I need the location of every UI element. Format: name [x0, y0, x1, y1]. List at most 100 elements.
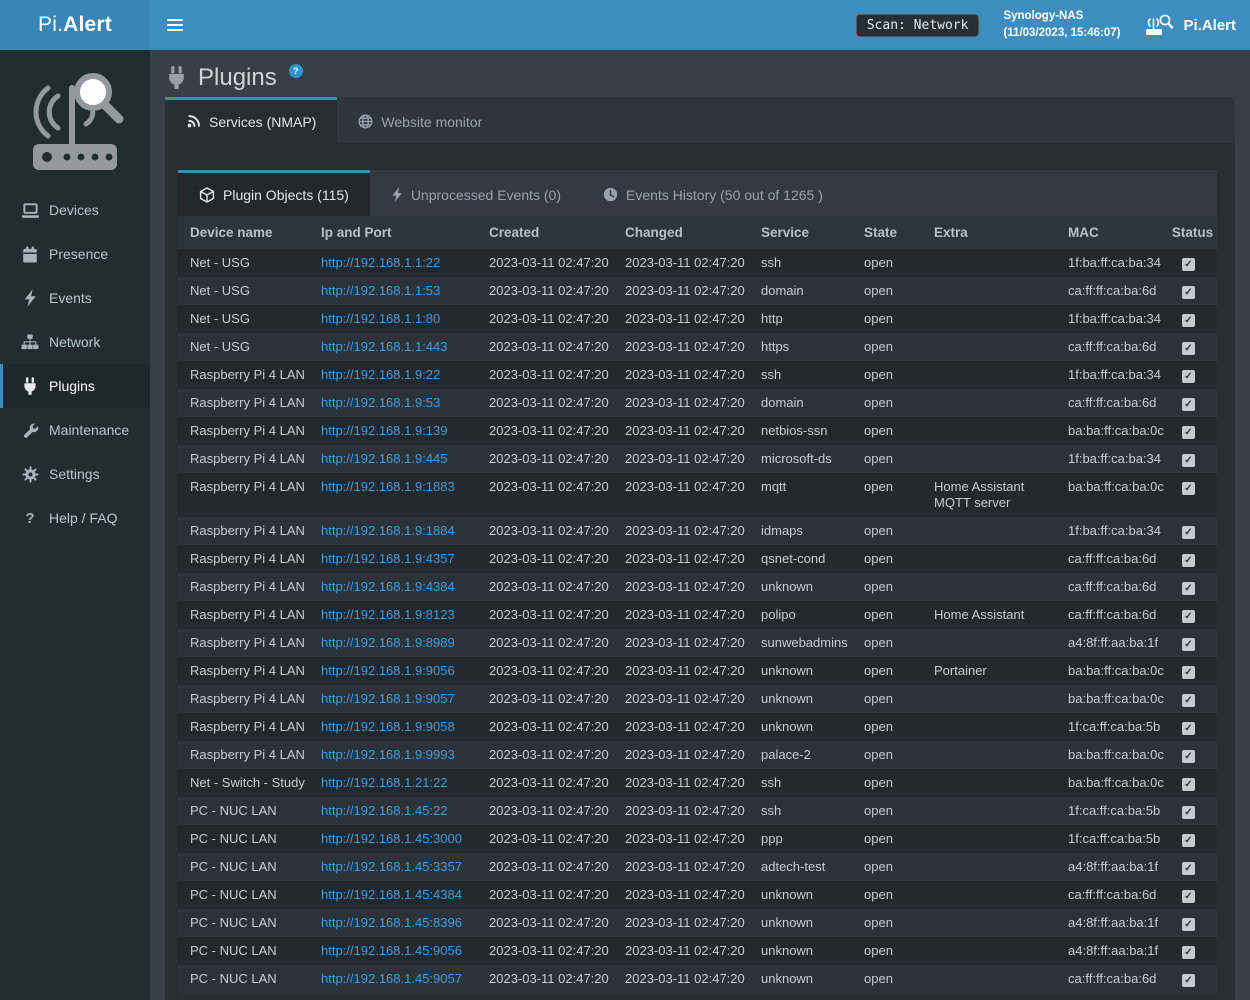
- page-title: Plugins: [198, 59, 277, 97]
- ip-port-link[interactable]: http://192.168.1.9:1883: [321, 479, 455, 494]
- ip-port-link[interactable]: http://192.168.1.45:9056: [321, 943, 462, 958]
- table-row[interactable]: Net - USGhttp://192.168.1.1:4432023-03-1…: [178, 333, 1217, 361]
- table-row[interactable]: Net - USGhttp://192.168.1.1:802023-03-11…: [178, 305, 1217, 333]
- menu-toggle-button[interactable]: [150, 0, 200, 50]
- status-checkbox[interactable]: ✓: [1182, 694, 1195, 707]
- sidebar-item-presence[interactable]: Presence: [0, 232, 150, 276]
- ip-port-link[interactable]: http://192.168.1.45:8396: [321, 915, 462, 930]
- status-checkbox[interactable]: ✓: [1182, 426, 1195, 439]
- status-checkbox[interactable]: ✓: [1182, 890, 1195, 903]
- ip-port-link[interactable]: http://192.168.1.1:53: [321, 283, 440, 298]
- ip-port-link[interactable]: http://192.168.1.9:445: [321, 451, 448, 466]
- ip-port-link[interactable]: http://192.168.1.9:8989: [321, 635, 455, 650]
- table-row[interactable]: Raspberry Pi 4 LANhttp://192.168.1.9:999…: [178, 741, 1217, 769]
- table-row[interactable]: Raspberry Pi 4 LANhttp://192.168.1.9:188…: [178, 473, 1217, 517]
- ip-port-link[interactable]: http://192.168.1.9:4357: [321, 551, 455, 566]
- ip-port-link[interactable]: http://192.168.1.9:9993: [321, 747, 455, 762]
- table-row[interactable]: PC - NUC LANhttp://192.168.1.45:33572023…: [178, 853, 1217, 881]
- status-checkbox[interactable]: ✓: [1182, 862, 1195, 875]
- cell-extra: [934, 389, 1068, 417]
- table-row[interactable]: Raspberry Pi 4 LANhttp://192.168.1.9:532…: [178, 389, 1217, 417]
- sidebar-item-plugins[interactable]: Plugins: [0, 364, 150, 408]
- status-checkbox[interactable]: ✓: [1182, 666, 1195, 679]
- ip-port-link[interactable]: http://192.168.1.45:4384: [321, 887, 462, 902]
- sidebar-item-events[interactable]: Events: [0, 276, 150, 320]
- status-checkbox[interactable]: ✓: [1182, 750, 1195, 763]
- ip-port-link[interactable]: http://192.168.1.9:22: [321, 367, 440, 382]
- status-checkbox[interactable]: ✓: [1182, 454, 1195, 467]
- ip-port-link[interactable]: http://192.168.1.1:80: [321, 311, 440, 326]
- table-row[interactable]: PC - NUC LANhttp://192.168.1.45:222023-0…: [178, 797, 1217, 825]
- ip-port-link[interactable]: http://192.168.1.45:9057: [321, 971, 462, 986]
- ip-port-link[interactable]: http://192.168.1.9:9057: [321, 691, 455, 706]
- ip-port-link[interactable]: http://192.168.1.9:9058: [321, 719, 455, 734]
- status-checkbox[interactable]: ✓: [1182, 722, 1195, 735]
- sidebar-item-network[interactable]: Network: [0, 320, 150, 364]
- table-row[interactable]: PC - NUC LANhttp://192.168.1.45:90572023…: [178, 965, 1217, 993]
- ip-port-link[interactable]: http://192.168.1.1:443: [321, 339, 448, 354]
- status-checkbox[interactable]: ✓: [1182, 342, 1195, 355]
- status-checkbox[interactable]: ✓: [1182, 610, 1195, 623]
- status-checkbox[interactable]: ✓: [1182, 778, 1195, 791]
- cell-ip-port: http://192.168.1.9:4357: [321, 545, 489, 573]
- navbar-brand-right[interactable]: Pi.Alert: [1144, 13, 1236, 37]
- ip-port-link[interactable]: http://192.168.1.45:22: [321, 803, 448, 818]
- status-checkbox[interactable]: ✓: [1182, 806, 1195, 819]
- status-checkbox[interactable]: ✓: [1182, 314, 1195, 327]
- ip-port-link[interactable]: http://192.168.1.9:9056: [321, 663, 455, 678]
- ip-port-link[interactable]: http://192.168.1.45:3357: [321, 859, 462, 874]
- table-row[interactable]: PC - NUC LANhttp://192.168.1.45:83962023…: [178, 909, 1217, 937]
- status-checkbox[interactable]: ✓: [1182, 258, 1195, 271]
- table-row[interactable]: Net - Switch - Studyhttp://192.168.1.21:…: [178, 769, 1217, 797]
- table-row[interactable]: Raspberry Pi 4 LANhttp://192.168.1.9:445…: [178, 445, 1217, 473]
- table-row[interactable]: Raspberry Pi 4 LANhttp://192.168.1.9:905…: [178, 713, 1217, 741]
- ip-port-link[interactable]: http://192.168.1.9:4384: [321, 579, 455, 594]
- table-row[interactable]: PC - NUC LANhttp://192.168.1.45:30002023…: [178, 825, 1217, 853]
- app-logo[interactable]: Pi.Alert: [0, 0, 150, 50]
- status-checkbox[interactable]: ✓: [1182, 918, 1195, 931]
- ip-port-link[interactable]: http://192.168.1.9:1884: [321, 523, 455, 538]
- tab-services-nmap[interactable]: Services (NMAP): [165, 97, 337, 143]
- status-checkbox[interactable]: ✓: [1182, 554, 1195, 567]
- sidebar-item-settings[interactable]: Settings: [0, 452, 150, 496]
- table-row[interactable]: Raspberry Pi 4 LANhttp://192.168.1.9:898…: [178, 629, 1217, 657]
- status-checkbox[interactable]: ✓: [1182, 398, 1195, 411]
- table-row[interactable]: Raspberry Pi 4 LANhttp://192.168.1.9:435…: [178, 545, 1217, 573]
- status-checkbox[interactable]: ✓: [1182, 582, 1195, 595]
- status-checkbox[interactable]: ✓: [1182, 946, 1195, 959]
- table-row[interactable]: PC - NUC LANhttp://192.168.1.45:90562023…: [178, 937, 1217, 965]
- ip-port-link[interactable]: http://192.168.1.9:53: [321, 395, 440, 410]
- tab-website-monitor[interactable]: Website monitor: [337, 97, 503, 143]
- cell-service: ssh: [761, 797, 864, 825]
- table-row[interactable]: Raspberry Pi 4 LANhttp://192.168.1.9:905…: [178, 685, 1217, 713]
- cell-service: unknown: [761, 713, 864, 741]
- sidebar-item-help[interactable]: ? Help / FAQ: [0, 496, 150, 540]
- table-row[interactable]: Raspberry Pi 4 LANhttp://192.168.1.9:905…: [178, 657, 1217, 685]
- table-row[interactable]: Net - USGhttp://192.168.1.1:532023-03-11…: [178, 277, 1217, 305]
- ip-port-link[interactable]: http://192.168.1.1:22: [321, 255, 440, 270]
- status-checkbox[interactable]: ✓: [1182, 974, 1195, 987]
- tab-events-history[interactable]: Events History (50 out of 1265 ): [582, 170, 844, 216]
- status-checkbox[interactable]: ✓: [1182, 482, 1195, 495]
- table-row[interactable]: PC - NUC LANhttp://192.168.1.45:43842023…: [178, 881, 1217, 909]
- table-row[interactable]: Raspberry Pi 4 LANhttp://192.168.1.9:812…: [178, 601, 1217, 629]
- status-checkbox[interactable]: ✓: [1182, 286, 1195, 299]
- status-checkbox[interactable]: ✓: [1182, 370, 1195, 383]
- sidebar-item-maintenance[interactable]: Maintenance: [0, 408, 150, 452]
- status-checkbox[interactable]: ✓: [1182, 526, 1195, 539]
- sidebar-item-devices[interactable]: Devices: [0, 188, 150, 232]
- status-checkbox[interactable]: ✓: [1182, 638, 1195, 651]
- tab-unprocessed-events[interactable]: Unprocessed Events (0): [370, 170, 582, 216]
- status-checkbox[interactable]: ✓: [1182, 834, 1195, 847]
- table-row[interactable]: Raspberry Pi 4 LANhttp://192.168.1.9:222…: [178, 361, 1217, 389]
- ip-port-link[interactable]: http://192.168.1.9:8123: [321, 607, 455, 622]
- table-row[interactable]: Raspberry Pi 4 LANhttp://192.168.1.9:139…: [178, 417, 1217, 445]
- help-badge[interactable]: ?: [289, 64, 303, 78]
- ip-port-link[interactable]: http://192.168.1.45:3000: [321, 831, 462, 846]
- table-row[interactable]: Raspberry Pi 4 LANhttp://192.168.1.9:438…: [178, 573, 1217, 601]
- tab-plugin-objects[interactable]: Plugin Objects (115): [178, 170, 370, 216]
- table-row[interactable]: Raspberry Pi 4 LANhttp://192.168.1.9:188…: [178, 517, 1217, 545]
- table-row[interactable]: Net - USGhttp://192.168.1.1:222023-03-11…: [178, 249, 1217, 277]
- ip-port-link[interactable]: http://192.168.1.9:139: [321, 423, 448, 438]
- ip-port-link[interactable]: http://192.168.1.21:22: [321, 775, 448, 790]
